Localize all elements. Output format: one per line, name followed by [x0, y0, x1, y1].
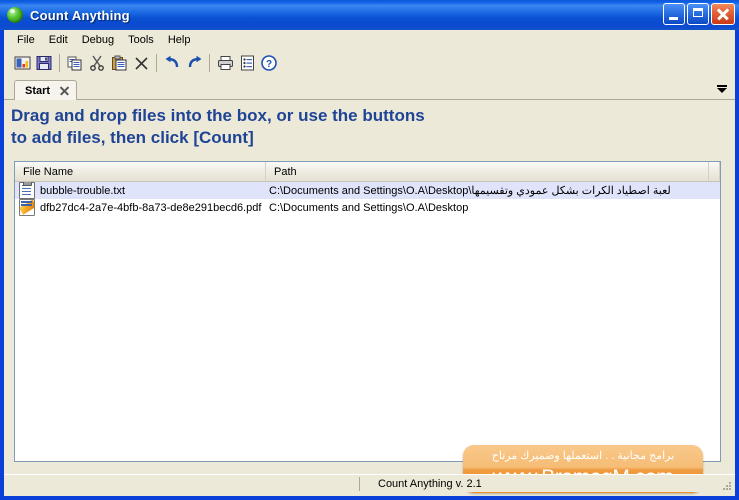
undo-icon[interactable] [161, 52, 183, 74]
file-name-cell: dfb27dc4-2a7e-4bfb-8a73-de8e291becd6.pdf [15, 199, 266, 216]
close-button[interactable] [711, 3, 735, 25]
cut-icon[interactable] [86, 52, 108, 74]
menu-item-tools[interactable]: Tools [121, 32, 161, 48]
application-window: Count Anything File Edit Debug Tools Hel… [0, 0, 739, 500]
file-path-cell: C:\Documents and Settings\O.A\Desktop\لع… [266, 184, 720, 197]
text-file-icon [19, 182, 35, 199]
chevron-down-icon[interactable] [715, 82, 729, 96]
maximize-button[interactable] [687, 3, 709, 25]
headline-line-1: Drag and drop files into the box, or use… [11, 106, 425, 125]
headline-line-2: to add files, then click [Count] [11, 128, 254, 147]
file-path-text: C:\Documents and Settings\O.A\Desktop\ [269, 185, 472, 197]
column-header-file-name[interactable]: File Name [15, 162, 266, 181]
menu-item-debug[interactable]: Debug [75, 32, 121, 48]
menu-item-help[interactable]: Help [161, 32, 198, 48]
table-row[interactable]: dfb27dc4-2a7e-4bfb-8a73-de8e291becd6.pdf… [15, 199, 720, 216]
file-name-cell: bubble-trouble.txt [15, 182, 266, 199]
watermark-tagline: برامج مجانية . . استعملها وضميرك مرتاح [491, 450, 675, 462]
column-header-path[interactable]: Path [266, 162, 709, 181]
file-list[interactable]: File Name Path bubble-trouble.txt C:\Doc… [14, 161, 721, 462]
file-name-text: bubble-trouble.txt [40, 184, 125, 197]
status-text: Count Anything v. 2.1 [378, 477, 482, 490]
tab-label: Start [25, 84, 51, 97]
toolbar: ? [4, 49, 735, 77]
tab-strip: Start [4, 78, 735, 100]
content-pane: Drag and drop files into the box, or use… [4, 100, 735, 493]
menu-item-file[interactable]: File [10, 32, 42, 48]
file-name-text: dfb27dc4-2a7e-4bfb-8a73-de8e291becd6.pdf [40, 201, 262, 214]
close-icon[interactable] [59, 85, 70, 96]
svg-text:?: ? [266, 59, 272, 70]
paste-icon[interactable] [108, 52, 130, 74]
page-title: Drag and drop files into the box, or use… [11, 105, 711, 149]
tab-start[interactable]: Start [14, 80, 78, 100]
globe-icon [7, 7, 23, 23]
window-controls [663, 3, 735, 25]
copy-icon[interactable] [64, 52, 86, 74]
minimize-button[interactable] [663, 3, 685, 25]
resize-grip[interactable] [721, 479, 733, 491]
redo-icon[interactable] [183, 52, 205, 74]
file-list-header: File Name Path [15, 162, 720, 182]
toolbar-separator [59, 54, 60, 72]
properties-icon[interactable] [236, 52, 258, 74]
title-bar: Count Anything [0, 0, 739, 30]
status-separator [359, 477, 360, 491]
file-path-arabic-text: لعبة اصطياد الكرات بشكل عمودي وتقسيمها [471, 185, 671, 197]
delete-icon[interactable] [130, 52, 152, 74]
file-path-cell: C:\Documents and Settings\O.A\Desktop [266, 202, 720, 214]
file-list-body: bubble-trouble.txt C:\Documents and Sett… [15, 182, 720, 216]
file-path-text: C:\Documents and Settings\O.A\Desktop [269, 201, 469, 214]
help-icon[interactable]: ? [258, 52, 280, 74]
table-row[interactable]: bubble-trouble.txt C:\Documents and Sett… [15, 182, 720, 199]
new-document-icon[interactable] [11, 52, 33, 74]
toolbar-separator [209, 54, 210, 72]
menu-item-edit[interactable]: Edit [42, 32, 75, 48]
print-icon[interactable] [214, 52, 236, 74]
status-bar: Count Anything v. 2.1 [4, 474, 735, 492]
menu-bar: File Edit Debug Tools Help [4, 30, 735, 49]
pdf-file-icon [19, 199, 35, 216]
window-title: Count Anything [30, 7, 130, 23]
save-icon[interactable] [33, 52, 55, 74]
column-header-spare[interactable] [709, 162, 720, 181]
toolbar-separator [156, 54, 157, 72]
